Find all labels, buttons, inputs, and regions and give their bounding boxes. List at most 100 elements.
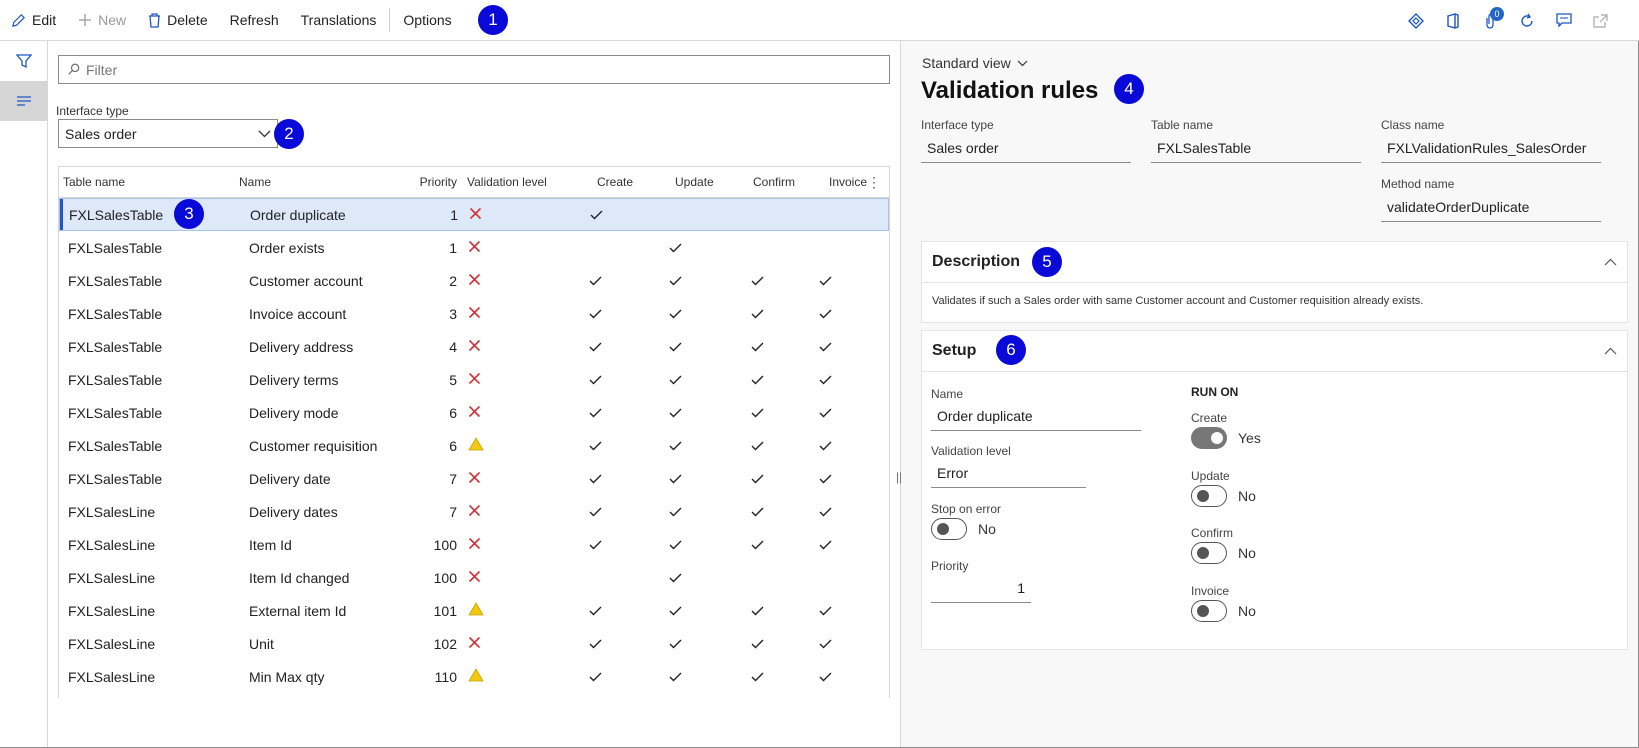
list-view-button[interactable]	[0, 81, 47, 121]
cell-create	[579, 437, 659, 454]
cell-validation-level	[459, 272, 579, 289]
error-icon	[468, 537, 481, 553]
table-row[interactable]: FXLSalesTable Delivery address 4	[59, 330, 889, 363]
cell-confirm	[739, 404, 817, 421]
delete-button[interactable]: Delete	[137, 0, 218, 41]
callout-3: 3	[174, 199, 204, 229]
table-row[interactable]: FXLSalesLine Unit 102	[59, 627, 889, 660]
validation-level-field[interactable]: Error	[931, 459, 1086, 488]
confirm-check-icon	[749, 669, 764, 685]
update-check-icon	[667, 603, 682, 619]
cell-validation-level	[459, 404, 579, 421]
create-toggle[interactable]	[1191, 427, 1227, 449]
options-tab[interactable]: Options	[392, 0, 462, 41]
table-row[interactable]: FXLSalesTable Delivery date 7	[59, 462, 889, 495]
cell-name: Item Id	[249, 536, 292, 553]
cell-confirm	[739, 635, 817, 652]
chevron-up-icon	[1604, 258, 1617, 266]
column-header-create[interactable]: Create	[579, 175, 659, 189]
update-check-icon	[667, 504, 682, 520]
table-row[interactable]: FXLSalesLine Delivery dates 7	[59, 495, 889, 528]
cell-update	[659, 536, 739, 553]
cell-name: Unit	[249, 635, 274, 652]
cell-update	[659, 635, 739, 652]
table-row[interactable]: FXLSalesLine Item Id 100	[59, 528, 889, 561]
table-row[interactable]: FXLSalesLine Min Max qty 110	[59, 660, 889, 693]
new-button[interactable]: New	[67, 0, 137, 41]
priority-field[interactable]: 1	[931, 574, 1031, 603]
setup-name-field[interactable]: Order duplicate	[931, 402, 1141, 431]
update-check-icon	[667, 306, 682, 322]
cell-validation-level	[459, 503, 579, 520]
cell-confirm	[739, 338, 817, 355]
confirm-toggle[interactable]	[1191, 542, 1227, 564]
refresh-button[interactable]: Refresh	[219, 0, 290, 41]
cell-name: Item Id changed	[249, 569, 350, 586]
confirm-check-icon	[749, 339, 764, 355]
attachments-button[interactable]: 0	[1471, 0, 1508, 41]
table-name-field[interactable]: FXLSalesTable	[1151, 134, 1361, 163]
column-header-validation-level[interactable]: Validation level	[459, 175, 579, 189]
cell-confirm	[739, 602, 817, 619]
grid-header: Table name Name Priority Validation leve…	[59, 167, 889, 198]
table-row[interactable]: FXLSalesTable Customer account 2	[59, 264, 889, 297]
power-apps-button[interactable]	[1397, 0, 1434, 41]
table-name-label: Table name	[1151, 118, 1214, 132]
table-row[interactable]: FXLSalesLineDelivery address111	[59, 693, 889, 698]
column-header-confirm[interactable]: Confirm	[739, 175, 817, 189]
description-section-header[interactable]: Description	[922, 242, 1627, 283]
confirm-check-icon	[749, 636, 764, 652]
setup-section-header[interactable]: Setup	[922, 331, 1627, 372]
chevron-up-icon	[1604, 347, 1617, 355]
detail-interface-type-field[interactable]: Sales order	[921, 134, 1131, 163]
filter-input[interactable]: Filter	[58, 55, 890, 84]
column-header-priority[interactable]: Priority	[409, 175, 459, 189]
method-name-field[interactable]: validateOrderDuplicate	[1381, 193, 1601, 222]
cell-table-name: FXLSalesLine	[68, 635, 156, 652]
feedback-button[interactable]	[1545, 0, 1582, 41]
priority-value: 1	[1017, 580, 1025, 596]
table-row[interactable]: FXLSalesTable Customer requisition 6	[59, 429, 889, 462]
table-row[interactable]: FXLSalesTable Order exists 1	[59, 231, 889, 264]
create-check-icon	[587, 306, 602, 322]
table-row[interactable]: FXLSalesLine Item Id changed 100	[59, 561, 889, 594]
refresh-page-button[interactable]	[1508, 0, 1545, 41]
table-row[interactable]: FXLSalesTable Invoice account 3	[59, 297, 889, 330]
validation-level-label: Validation level	[931, 444, 1011, 458]
cell-invoice	[817, 668, 877, 685]
column-header-name[interactable]: Name	[239, 175, 409, 189]
column-header-table-name[interactable]: Table name	[59, 175, 239, 189]
callout-5: 5	[1032, 247, 1062, 277]
create-check-icon	[587, 372, 602, 388]
action-pane: Edit New Delete Refresh Translations Opt…	[0, 0, 1639, 41]
create-check-icon	[587, 438, 602, 454]
invoice-toggle[interactable]	[1191, 600, 1227, 622]
cell-update	[659, 338, 739, 355]
create-check-icon	[587, 669, 602, 685]
translations-button[interactable]: Translations	[290, 0, 388, 41]
warning-icon	[468, 602, 484, 619]
stop-on-error-toggle[interactable]	[931, 518, 967, 540]
column-options-icon[interactable]: ⋮	[867, 175, 881, 189]
cell-table-name: FXLSalesTable	[68, 470, 163, 487]
page-title: Validation rules	[921, 77, 1099, 104]
setup-name-label: Name	[931, 387, 964, 401]
table-row[interactable]: FXLSalesTable Delivery mode 6	[59, 396, 889, 429]
cell-priority: 3	[449, 305, 457, 322]
confirm-check-icon	[749, 405, 764, 421]
class-name-field[interactable]: FXLValidationRules_SalesOrder	[1381, 134, 1601, 163]
interface-type-select[interactable]: Sales order	[58, 119, 278, 148]
edit-button[interactable]: Edit	[0, 0, 67, 41]
cell-name: Customer requisition	[249, 437, 378, 454]
filter-pane-button[interactable]	[0, 41, 47, 81]
toolbar-right-icons: 0	[1397, 0, 1619, 41]
office-button[interactable]	[1434, 0, 1471, 41]
cell-create	[579, 371, 659, 388]
edit-label: Edit	[32, 12, 57, 28]
column-header-update[interactable]: Update	[659, 175, 739, 189]
update-toggle[interactable]	[1191, 485, 1227, 507]
open-new-window-button[interactable]	[1582, 0, 1619, 41]
view-selector[interactable]: Standard view	[922, 55, 1028, 71]
table-row[interactable]: FXLSalesLine External item Id 101	[59, 594, 889, 627]
table-row[interactable]: FXLSalesTable Delivery terms 5	[59, 363, 889, 396]
